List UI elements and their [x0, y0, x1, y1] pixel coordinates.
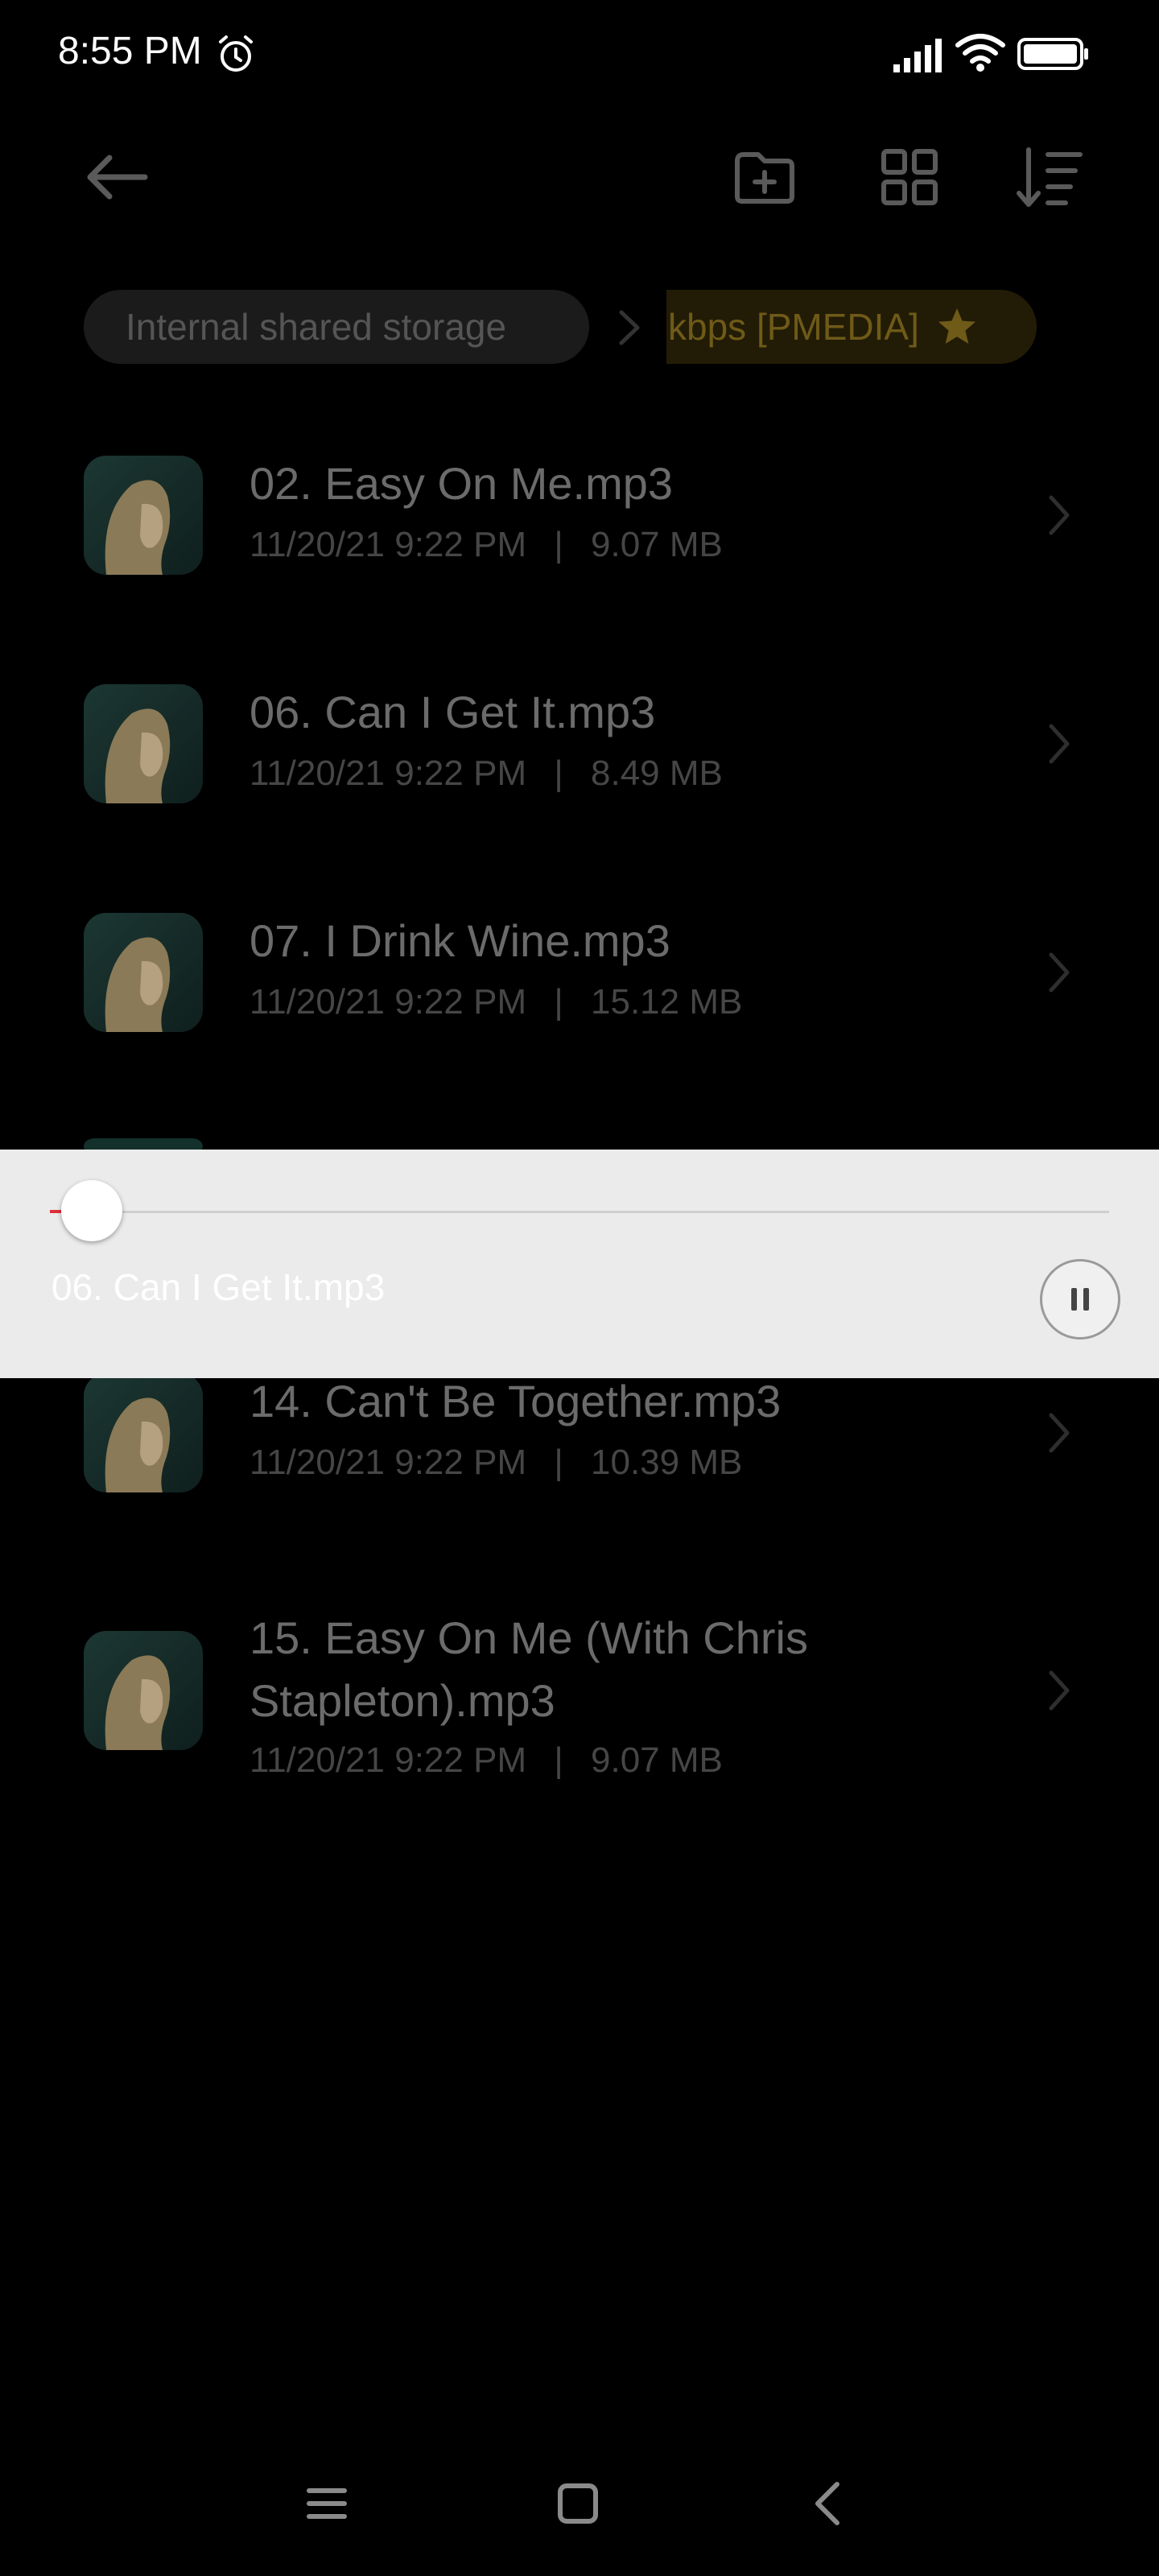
chevron-right-icon [1049, 1670, 1070, 1711]
file-row[interactable]: 02. Easy On Me.mp3 11/20/21 9:22 PM | 9.… [0, 435, 1159, 596]
breadcrumb-root[interactable]: Internal shared storage [84, 290, 589, 364]
album-art-thumbnail [84, 456, 203, 575]
mini-player[interactable] [0, 1150, 1159, 1378]
meta-separator: | [554, 1740, 563, 1780]
file-row[interactable]: 15. Easy On Me (With Chris Stapleton).mp… [0, 1583, 1159, 1792]
file-meta: 11/20/21 9:22 PM | 9.07 MB [250, 1740, 723, 1781]
back-icon[interactable] [805, 2479, 853, 2528]
file-name: 14. Can't Be Together.mp3 [250, 1376, 782, 1426]
star-icon[interactable] [935, 305, 979, 349]
menu-icon[interactable] [303, 2479, 351, 2528]
breadcrumb-chevron-icon [619, 310, 640, 345]
file-name: 07. I Drink Wine.mp3 [250, 915, 670, 966]
meta-separator: | [554, 753, 563, 793]
seek-bar-thumb[interactable] [61, 1180, 122, 1241]
back-arrow-icon[interactable] [77, 137, 158, 217]
file-meta: 11/20/21 9:22 PM | 9.07 MB [250, 525, 723, 565]
file-size: 8.49 MB [591, 753, 723, 793]
meta-separator: | [554, 1443, 563, 1482]
file-name-line-1: 15. Easy On Me (With Chris [250, 1612, 808, 1663]
grid-view-icon[interactable] [869, 137, 950, 217]
file-row[interactable]: 07. I Drink Wine.mp3 11/20/21 9:22 PM | … [0, 892, 1159, 1053]
album-art-thumbnail [84, 1631, 203, 1750]
file-size: 10.39 MB [591, 1443, 743, 1482]
player-track-title: 06. Can I Get It.mp3 [52, 1266, 386, 1308]
battery-icon [1017, 38, 1088, 70]
seek-bar-track[interactable] [50, 1211, 1109, 1213]
alarm-icon [219, 35, 253, 72]
file-name: 02. Easy On Me.mp3 [250, 458, 674, 509]
file-meta: 11/20/21 9:22 PM | 8.49 MB [250, 753, 723, 794]
chevron-right-icon [1049, 724, 1070, 764]
home-icon[interactable] [554, 2479, 602, 2528]
file-meta: 11/20/21 9:22 PM | 10.39 MB [250, 1443, 742, 1483]
album-art-thumbnail [84, 684, 203, 803]
file-date: 11/20/21 9:22 PM [250, 982, 527, 1022]
album-art-thumbnail [84, 1373, 203, 1492]
pause-button[interactable] [1040, 1259, 1120, 1340]
wifi-icon [955, 34, 1005, 72]
file-size: 9.07 MB [591, 525, 723, 564]
meta-separator: | [554, 525, 563, 564]
file-date: 11/20/21 9:22 PM [250, 525, 527, 564]
file-date: 11/20/21 9:22 PM [250, 1443, 527, 1482]
file-meta: 11/20/21 9:22 PM | 15.12 MB [250, 982, 742, 1022]
breadcrumb-current-label: kbps [PMEDIA] [668, 306, 919, 348]
file-name-line-2: Stapleton).mp3 [250, 1675, 555, 1726]
file-date: 11/20/21 9:22 PM [250, 1740, 527, 1780]
pause-icon [1071, 1288, 1089, 1311]
status-time: 8:55 PM [58, 30, 202, 72]
file-date: 11/20/21 9:22 PM [250, 753, 527, 793]
signal-icon [893, 39, 942, 72]
chevron-right-icon [1049, 1413, 1070, 1453]
file-row[interactable]: 06. Can I Get It.mp3 11/20/21 9:22 PM | … [0, 663, 1159, 824]
chevron-right-icon [1049, 952, 1070, 993]
file-size: 15.12 MB [591, 982, 743, 1022]
meta-separator: | [554, 982, 563, 1022]
sort-icon[interactable] [1011, 137, 1091, 217]
album-art-thumbnail [84, 913, 203, 1032]
breadcrumb-current[interactable]: kbps [PMEDIA] [666, 290, 1037, 364]
new-folder-icon[interactable] [724, 137, 805, 217]
file-size: 9.07 MB [591, 1740, 723, 1780]
file-name: 06. Can I Get It.mp3 [250, 687, 656, 737]
chevron-right-icon [1049, 495, 1070, 535]
